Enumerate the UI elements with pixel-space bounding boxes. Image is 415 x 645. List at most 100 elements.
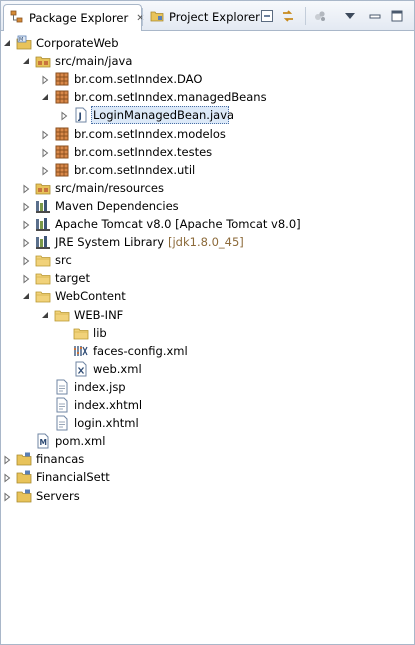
expanded-arrow-icon[interactable] xyxy=(2,38,12,48)
project-icon xyxy=(16,488,32,504)
tree-item-label: src/main/java xyxy=(55,54,133,69)
collapsed-arrow-icon[interactable] xyxy=(40,129,50,140)
tree-item-label: web.xml xyxy=(93,361,142,376)
collapsed-arrow-icon[interactable] xyxy=(40,165,50,176)
tree-item[interactable]: JRE System Library [jdk1.8.0_45] xyxy=(1,233,414,251)
faces-config-icon xyxy=(73,343,89,359)
project-icon xyxy=(16,451,32,467)
tree-item-label: CorporateWeb xyxy=(36,36,119,50)
tree-item-label: br.com.setInndex.DAO xyxy=(74,72,203,87)
collapsed-arrow-icon[interactable] xyxy=(40,147,50,158)
project-tree: M CorporateWeb src/main/java br.com.setInnd… xyxy=(1,32,414,644)
project-icon xyxy=(16,469,32,485)
tree-item[interactable]: br.com.setInndex.managedBeans xyxy=(1,88,414,106)
collapsed-arrow-icon[interactable] xyxy=(21,201,31,212)
tree-item[interactable]: FinancialSett xyxy=(1,468,414,486)
tree-item[interactable]: J LoginManagedBean.java xyxy=(1,106,414,125)
maximize-icon[interactable] xyxy=(389,8,405,24)
collapsed-arrow-icon[interactable] xyxy=(21,255,31,266)
collapsed-arrow-icon[interactable] xyxy=(40,74,50,85)
expanded-arrow-icon[interactable] xyxy=(40,310,50,320)
package-icon xyxy=(54,71,70,87)
collapsed-arrow-icon[interactable] xyxy=(59,110,69,121)
web-project-icon: M xyxy=(16,35,32,51)
file-icon xyxy=(54,379,70,395)
tab-divider xyxy=(142,8,143,26)
tree-item[interactable]: lib xyxy=(1,324,414,342)
library-icon xyxy=(35,234,51,250)
tree-item-label: src xyxy=(55,253,72,268)
tab-package-explorer[interactable]: Package Explorer ✕ xyxy=(3,4,145,31)
folder-icon xyxy=(35,252,51,268)
folder-icon xyxy=(35,270,51,286)
package-explorer-icon xyxy=(10,10,24,27)
expanded-arrow-icon[interactable] xyxy=(21,56,31,66)
tree-item[interactable]: index.jsp xyxy=(1,378,414,396)
tree-item-label: FinancialSett xyxy=(36,470,110,485)
tree-item-label: faces-config.xml xyxy=(93,343,188,358)
collapsed-arrow-icon[interactable] xyxy=(21,237,31,248)
view-menu-icon[interactable] xyxy=(342,8,358,24)
library-icon xyxy=(35,198,51,214)
tab-project-explorer-label: Project Explorer xyxy=(169,10,260,24)
toolbar-divider xyxy=(305,7,306,25)
tree-item-label: br.com.setInndex.managedBeans xyxy=(74,90,267,105)
tree-item[interactable]: br.com.setInndex.util xyxy=(1,161,414,179)
java-file-icon: J xyxy=(73,107,89,123)
tree-item[interactable]: Servers xyxy=(1,487,414,505)
tree-item[interactable]: br.com.setInndex.DAO xyxy=(1,70,414,88)
folder-icon xyxy=(35,288,51,304)
tree-item[interactable]: src xyxy=(1,251,414,269)
tree-item[interactable]: Mpom.xml xyxy=(1,432,414,450)
tree-item[interactable]: target xyxy=(1,269,414,287)
tree-item-label: index.xhtml xyxy=(74,398,143,412)
package-explorer-view: Package Explorer ✕ Project Explorer M Co… xyxy=(0,0,415,645)
tree-item-label: lib xyxy=(93,325,107,340)
file-icon xyxy=(54,415,70,431)
collapsed-arrow-icon[interactable] xyxy=(2,472,12,483)
focus-icon[interactable] xyxy=(312,8,328,24)
tree-item-decoration: [jdk1.8.0_45] xyxy=(168,235,244,250)
tree-item[interactable]: src/main/resources xyxy=(1,179,414,197)
tree-item-label: src/main/resources xyxy=(55,180,165,195)
link-with-editor-icon[interactable] xyxy=(280,8,296,24)
tree-item[interactable]: financas xyxy=(1,450,414,468)
tree-item[interactable]: web.xml xyxy=(1,360,414,378)
tree-item[interactable]: br.com.setInndex.testes xyxy=(1,143,414,161)
library-icon xyxy=(35,216,51,232)
svg-text:M: M xyxy=(40,438,47,447)
tab-package-explorer-label: Package Explorer xyxy=(29,11,129,25)
package-icon xyxy=(54,89,70,105)
minimize-icon[interactable] xyxy=(367,8,383,24)
tree-item[interactable]: faces-config.xml xyxy=(1,342,414,360)
expanded-arrow-icon[interactable] xyxy=(40,92,50,102)
collapse-all-icon[interactable] xyxy=(259,8,275,24)
tree-item[interactable]: WebContent xyxy=(1,287,414,305)
xml-file-icon xyxy=(73,361,89,377)
tree-item-label: WebContent xyxy=(55,289,126,304)
collapsed-arrow-icon[interactable] xyxy=(21,219,31,230)
tree-item-label: index.jsp xyxy=(74,379,126,394)
maven-pom-icon: M xyxy=(35,433,51,449)
source-folder-icon xyxy=(35,53,51,69)
tree-item[interactable]: WEB-INF xyxy=(1,306,414,324)
tree-item[interactable]: src/main/java xyxy=(1,52,414,70)
tree-item[interactable]: Apache Tomcat v8.0 [Apache Tomcat v8.0] xyxy=(1,215,414,233)
tree-item[interactable]: M CorporateWeb xyxy=(1,34,414,52)
collapsed-arrow-icon[interactable] xyxy=(2,454,12,465)
tree-item-label: br.com.setInndex.util xyxy=(74,162,196,177)
svg-text:M: M xyxy=(19,37,23,43)
view-tab-bar: Package Explorer ✕ Project Explorer xyxy=(1,1,414,31)
project-explorer-icon xyxy=(150,9,164,26)
tree-item[interactable]: Maven Dependencies xyxy=(1,197,414,215)
collapsed-arrow-icon[interactable] xyxy=(21,273,31,284)
collapsed-arrow-icon[interactable] xyxy=(2,491,12,502)
tree-item[interactable]: index.xhtml xyxy=(1,396,414,414)
tree-item[interactable]: br.com.setInndex.modelos xyxy=(1,125,414,143)
tree-item[interactable]: login.xhtml xyxy=(1,414,414,432)
folder-icon xyxy=(73,325,89,341)
expanded-arrow-icon[interactable] xyxy=(21,291,31,301)
tree-item-label: financas xyxy=(36,452,85,467)
collapsed-arrow-icon[interactable] xyxy=(21,183,31,194)
tree-item-label: Apache Tomcat v8.0 [Apache Tomcat v8.0] xyxy=(55,217,301,231)
